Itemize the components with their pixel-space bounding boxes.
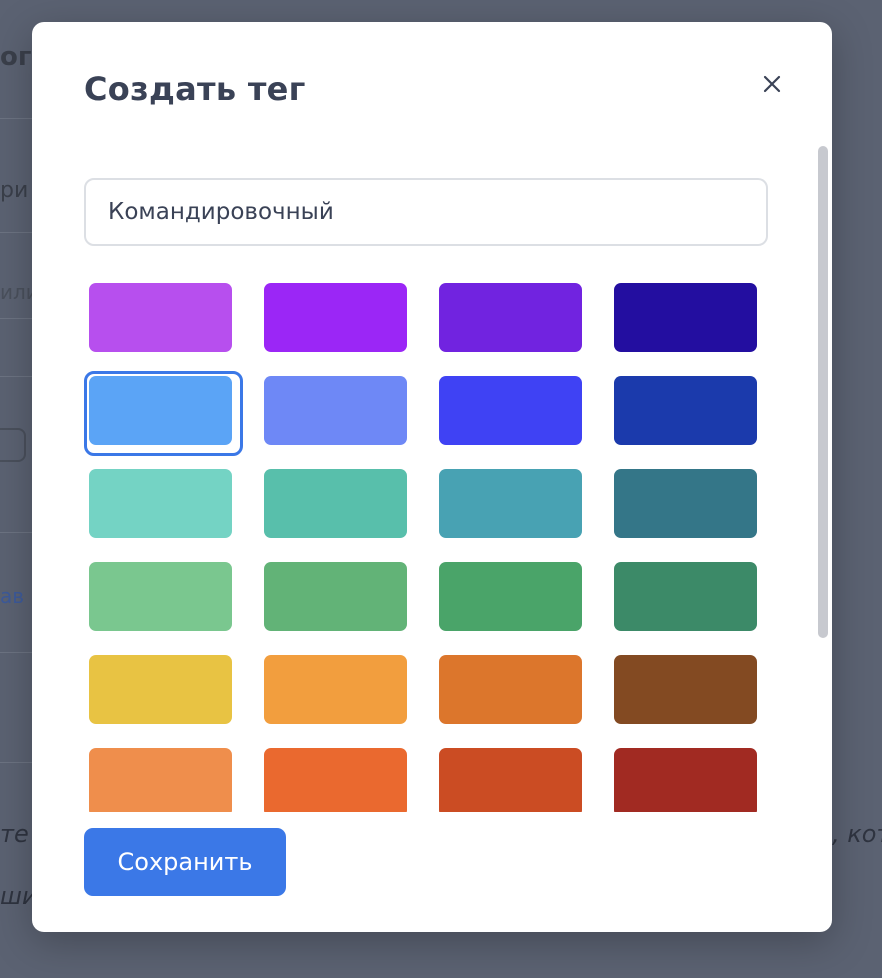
color-swatch-option[interactable] — [434, 557, 593, 642]
save-button[interactable]: Сохранить — [84, 828, 286, 896]
color-swatch-option[interactable] — [84, 278, 243, 363]
color-swatch-option[interactable] — [259, 743, 418, 812]
color-swatch[interactable] — [89, 376, 232, 445]
color-swatch[interactable] — [439, 469, 582, 538]
color-swatch-option[interactable] — [84, 371, 243, 456]
color-swatch[interactable] — [264, 562, 407, 631]
color-swatch[interactable] — [439, 748, 582, 812]
color-swatch[interactable] — [264, 748, 407, 812]
color-swatch[interactable] — [439, 562, 582, 631]
color-swatch[interactable] — [439, 376, 582, 445]
close-icon — [763, 75, 781, 93]
color-swatch[interactable] — [264, 469, 407, 538]
color-swatch[interactable] — [89, 283, 232, 352]
bg-text-fragment: ри — [0, 178, 29, 203]
color-swatch-option[interactable] — [259, 278, 418, 363]
color-swatch[interactable] — [89, 655, 232, 724]
modal-scroll-area[interactable] — [32, 142, 832, 812]
color-swatch-option[interactable] — [609, 464, 768, 549]
color-swatch-option[interactable] — [609, 371, 768, 456]
color-swatch[interactable] — [264, 283, 407, 352]
color-swatch-option[interactable] — [609, 650, 768, 735]
color-swatch-option[interactable] — [259, 371, 418, 456]
color-swatch-option[interactable] — [434, 278, 593, 363]
bg-text-fragment: , кот — [832, 820, 882, 848]
color-swatch-option[interactable] — [259, 464, 418, 549]
close-button[interactable] — [758, 70, 786, 98]
color-swatch-option[interactable] — [84, 650, 243, 735]
color-swatch-option[interactable] — [434, 650, 593, 735]
modal-title: Создать тег — [84, 70, 306, 108]
color-swatch-option[interactable] — [434, 464, 593, 549]
color-swatch[interactable] — [89, 469, 232, 538]
bg-text-fragment: те — [0, 820, 29, 848]
tag-name-input[interactable] — [84, 178, 768, 246]
color-swatch[interactable] — [614, 562, 757, 631]
bg-field-edge — [0, 428, 26, 462]
color-swatch[interactable] — [614, 469, 757, 538]
bg-text-fragment: ав — [0, 584, 25, 608]
color-swatch-option[interactable] — [609, 557, 768, 642]
color-swatch[interactable] — [614, 655, 757, 724]
color-swatch-option[interactable] — [609, 278, 768, 363]
color-swatch-option[interactable] — [84, 557, 243, 642]
color-swatch[interactable] — [614, 283, 757, 352]
color-swatch-option[interactable] — [259, 557, 418, 642]
color-swatch[interactable] — [439, 655, 582, 724]
scrollbar-thumb[interactable] — [818, 146, 828, 638]
color-swatch-option[interactable] — [609, 743, 768, 812]
create-tag-modal: Создать тег Сохранить — [32, 22, 832, 932]
color-swatch-option[interactable] — [434, 743, 593, 812]
color-swatch-option[interactable] — [84, 743, 243, 812]
color-swatch[interactable] — [264, 655, 407, 724]
color-swatch-option[interactable] — [434, 371, 593, 456]
color-swatch[interactable] — [614, 748, 757, 812]
color-swatch[interactable] — [439, 283, 582, 352]
color-swatch[interactable] — [614, 376, 757, 445]
color-swatch-option[interactable] — [259, 650, 418, 735]
color-swatch-option[interactable] — [84, 464, 243, 549]
color-swatch[interactable] — [89, 562, 232, 631]
color-swatch[interactable] — [89, 748, 232, 812]
color-swatch[interactable] — [264, 376, 407, 445]
